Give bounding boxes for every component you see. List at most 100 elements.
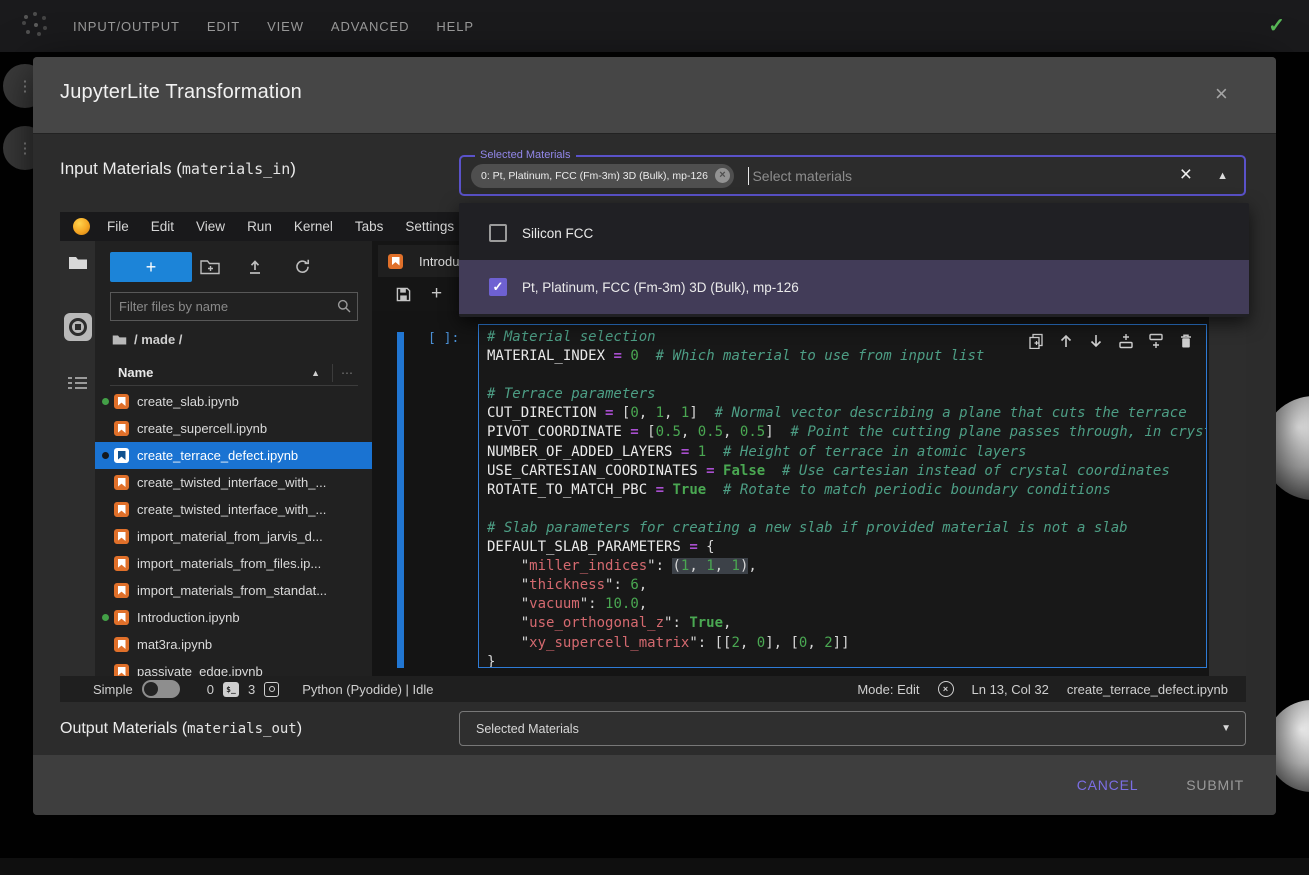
text-caret <box>748 167 750 185</box>
table-of-contents-tab[interactable] <box>68 374 87 392</box>
toggle-knob <box>144 682 158 696</box>
code-line: PIVOT_COORDINATE = [0.5, 0.5, 0.5] # Poi… <box>487 424 1206 443</box>
topbar-menu-edit[interactable]: EDIT <box>207 19 240 34</box>
code-cell[interactable]: # Material selectionMATERIAL_INDEX = 0 #… <box>478 324 1207 668</box>
code-editor[interactable]: # Material selectionMATERIAL_INDEX = 0 #… <box>479 325 1206 668</box>
jupyter-menu-settings[interactable]: Settings <box>405 219 454 234</box>
notebook-content: [ ]: # Material selectionMATERIAL_INDEX … <box>372 311 1209 676</box>
simple-mode-toggle[interactable] <box>142 680 180 698</box>
filter-files-input[interactable] <box>110 292 358 321</box>
dialog-footer: CANCEL SUBMIT <box>33 755 1276 815</box>
background-bottom-bar <box>0 858 1309 875</box>
save-icon[interactable] <box>396 287 411 302</box>
select-materials-input[interactable]: Select materials <box>752 168 852 184</box>
delete-cell-icon[interactable] <box>1178 333 1194 349</box>
editor-mode-text: Mode: Edit <box>857 682 919 697</box>
jupyter-menu-edit[interactable]: Edit <box>151 219 174 234</box>
terminal-icon[interactable]: $_ <box>223 682 239 697</box>
cancel-button[interactable]: CANCEL <box>1077 777 1139 793</box>
material-chip[interactable]: 0: Pt, Platinum, FCC (Fm-3m) 3D (Bulk), … <box>471 164 734 188</box>
running-kernels-tab[interactable] <box>64 313 92 341</box>
confirm-check-icon[interactable]: ✓ <box>1268 13 1285 38</box>
duplicate-cell-icon[interactable] <box>1028 333 1044 349</box>
collapse-dropdown-icon[interactable]: ▲ <box>1217 170 1228 182</box>
input-materials-label-text: Input Materials ( <box>60 159 182 178</box>
topbar-menu-input-output[interactable]: INPUT/OUTPUT <box>73 19 180 34</box>
file-name: create_slab.ipynb <box>137 394 239 409</box>
file-list-item[interactable]: create_supercell.ipynb <box>95 415 372 442</box>
file-name: create_twisted_interface_with_... <box>137 502 326 517</box>
cursor-position-text[interactable]: Ln 13, Col 32 <box>972 682 1049 697</box>
no-dot <box>102 587 109 594</box>
jupyter-menu-file[interactable]: File <box>107 219 129 234</box>
code-line: "xy_supercell_matrix": [[2, 0], [0, 2]] <box>487 635 1206 654</box>
submit-button[interactable]: SUBMIT <box>1186 777 1244 793</box>
mat3ra-logo-icon[interactable] <box>24 15 28 19</box>
close-icon[interactable]: × <box>1215 81 1228 107</box>
insert-cell-above-icon[interactable] <box>1118 333 1134 349</box>
notebook-icon <box>114 475 129 490</box>
code-line: # Terrace parameters <box>487 386 1206 405</box>
selected-materials-legend: Selected Materials <box>475 149 576 161</box>
new-folder-icon[interactable] <box>200 258 220 280</box>
left-sidebar-strip <box>60 241 95 676</box>
file-list-item[interactable]: create_slab.ipynb <box>95 388 372 415</box>
simple-mode-label: Simple <box>93 682 133 697</box>
move-up-icon[interactable] <box>1058 333 1074 349</box>
file-list-item[interactable]: import_materials_from_standat... <box>95 577 372 604</box>
material-option[interactable]: ✓Pt, Platinum, FCC (Fm-3m) 3D (Bulk), mp… <box>459 260 1249 314</box>
no-dot <box>102 425 109 432</box>
file-list-item[interactable]: import_materials_from_files.ip... <box>95 550 372 577</box>
accessibility-icon[interactable]: × <box>938 681 954 697</box>
upload-icon[interactable] <box>247 258 263 280</box>
file-list-header[interactable]: Name ▲ ⋯ <box>110 360 358 386</box>
cell-toolbar <box>1028 333 1194 349</box>
kernel-icon[interactable] <box>264 682 279 697</box>
new-launcher-button[interactable]: + <box>110 252 192 282</box>
file-browser-tab[interactable] <box>68 255 88 271</box>
topbar-menu-help[interactable]: HELP <box>436 19 474 34</box>
file-name: import_materials_from_files.ip... <box>137 556 321 571</box>
move-down-icon[interactable] <box>1088 333 1104 349</box>
topbar-menu-advanced[interactable]: ADVANCED <box>331 19 409 34</box>
file-list-item[interactable]: passivate_edge.ipynb <box>95 658 372 676</box>
file-browser-panel: + / made / <box>95 241 372 676</box>
chip-remove-icon[interactable]: × <box>715 168 730 183</box>
code-line: "miller_indices": (1, 1, 1), <box>487 558 1206 577</box>
breadcrumb[interactable]: / made / <box>112 332 182 347</box>
status-bar-right: Mode: Edit × Ln 13, Col 32 create_terrac… <box>857 676 1228 702</box>
file-name: create_terrace_defect.ipynb <box>137 448 298 463</box>
selected-materials-combobox[interactable]: Selected Materials 0: Pt, Platinum, FCC … <box>459 155 1246 196</box>
file-list-item[interactable]: create_twisted_interface_with_... <box>95 496 372 523</box>
topbar-menu-view[interactable]: VIEW <box>267 19 304 34</box>
file-list-item[interactable]: import_material_from_jarvis_d... <box>95 523 372 550</box>
refresh-icon[interactable] <box>294 258 311 280</box>
checkbox-icon[interactable] <box>489 224 507 242</box>
cell-collapser-bar[interactable] <box>397 332 404 668</box>
jupyter-menu-tabs[interactable]: Tabs <box>355 219 384 234</box>
file-list-item[interactable]: mat3ra.ipynb <box>95 631 372 658</box>
material-option[interactable]: Silicon FCC <box>459 206 1249 260</box>
code-line: CUT_DIRECTION = [0, 1, 1] # Normal vecto… <box>487 405 1206 424</box>
output-materials-select[interactable]: Selected Materials ▼ <box>459 711 1246 746</box>
file-list-item[interactable]: create_terrace_defect.ipynb <box>95 442 372 469</box>
add-cell-icon[interactable]: + <box>431 283 442 305</box>
jupyterlite-logo-icon <box>73 218 90 235</box>
top-menu-nav: INPUT/OUTPUT EDIT VIEW ADVANCED HELP <box>73 0 474 52</box>
jupyter-menu-run[interactable]: Run <box>247 219 272 234</box>
checkbox-checked-icon[interactable]: ✓ <box>489 278 507 296</box>
file-name: create_supercell.ipynb <box>137 421 267 436</box>
jupyter-menu-kernel[interactable]: Kernel <box>294 219 333 234</box>
file-list: create_slab.ipynb create_supercell.ipynbc… <box>95 388 372 676</box>
insert-cell-below-icon[interactable] <box>1148 333 1164 349</box>
file-list-item[interactable]: create_twisted_interface_with_... <box>95 469 372 496</box>
folder-icon <box>112 334 127 346</box>
kernel-sessions-count: 3 <box>248 682 255 697</box>
file-list-item[interactable]: Introduction.ipynb <box>95 604 372 631</box>
output-materials-label-text: Output Materials ( <box>60 720 187 737</box>
jupyter-menu-view[interactable]: View <box>196 219 225 234</box>
notebook-icon <box>114 637 129 652</box>
clear-selection-icon[interactable]: × <box>1180 163 1192 187</box>
more-column-icon: ⋯ <box>332 364 358 382</box>
kernel-status-text[interactable]: Python (Pyodide) | Idle <box>302 682 433 697</box>
